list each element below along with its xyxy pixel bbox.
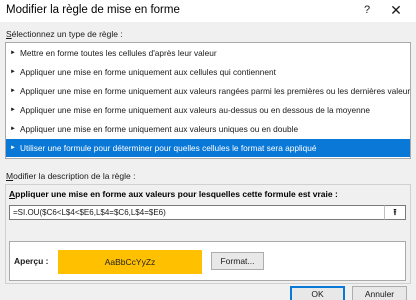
rule-type-item-selected[interactable]: ► Utiliser une formule pour déterminer po…	[6, 139, 410, 157]
format-button[interactable]: Format...	[211, 252, 264, 270]
rule-type-list[interactable]: ► Mettre en forme toutes les cellules d'a…	[5, 42, 411, 159]
preview-label: Aperçu :	[14, 256, 49, 266]
help-button[interactable]: ?	[361, 4, 373, 16]
close-button[interactable]: ✕	[389, 2, 403, 19]
ok-button[interactable]: OK	[290, 286, 345, 300]
rule-type-item[interactable]: ► Appliquer une mise en forme uniquement …	[6, 101, 410, 119]
rule-type-item[interactable]: ► Mettre en forme toutes les cellules d'a…	[6, 44, 410, 62]
title-bar: Modifier la règle de mise en forme ? ✕	[0, 0, 416, 22]
arrow-icon: ►	[10, 107, 16, 113]
preview-sample: AaBbCcYyZz	[58, 250, 202, 274]
rule-type-item[interactable]: ► Appliquer une mise en forme uniquement …	[6, 120, 410, 138]
collapse-dialog-icon[interactable]: ⭱	[384, 205, 406, 220]
rule-type-item[interactable]: ► Appliquer une mise en forme uniquement …	[6, 82, 410, 100]
dialog-title: Modifier la règle de mise en forme	[6, 4, 180, 16]
description-label: Modifier la description de la règle :	[6, 171, 136, 181]
arrow-icon: ►	[10, 145, 16, 151]
rule-type-label: Sélectionnez un type de règle :	[6, 29, 123, 39]
arrow-icon: ►	[10, 69, 16, 75]
arrow-icon: ►	[10, 50, 16, 56]
formula-input[interactable]: =SI.OU($C6<L$4<$E6,L$4=$C6,L$4=$E6)	[9, 205, 406, 220]
cancel-button[interactable]: Annuler	[352, 286, 407, 300]
formula-heading: Appliquer une mise en forme aux valeurs …	[9, 189, 338, 199]
arrow-icon: ►	[10, 126, 16, 132]
arrow-icon: ►	[10, 88, 16, 94]
rule-type-item[interactable]: ► Appliquer une mise en forme uniquement …	[6, 63, 410, 81]
